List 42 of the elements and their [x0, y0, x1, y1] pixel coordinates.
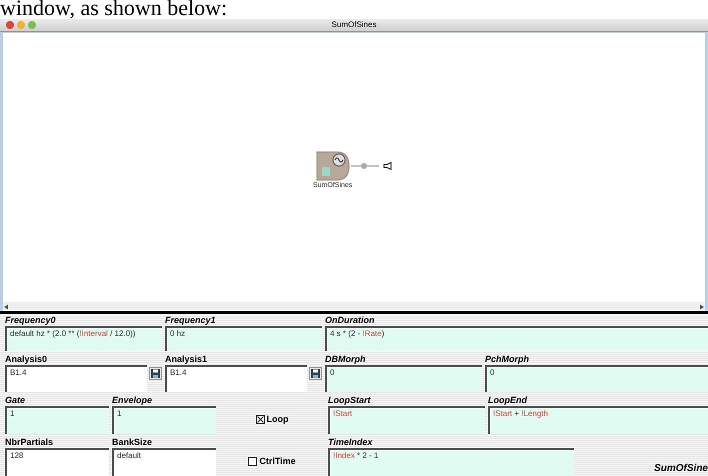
- sound-node-icon[interactable]: [315, 150, 351, 181]
- speaker-icon: [383, 162, 393, 170]
- parameter-field[interactable]: default: [112, 448, 216, 476]
- parameter-field[interactable]: B1.4: [165, 364, 307, 392]
- parameter-field[interactable]: default hz * (2.0 ** (!Interval / 12.0)): [5, 326, 162, 351]
- checkbox[interactable]: [256, 414, 264, 424]
- parameter-label: DBMorph: [325, 354, 366, 365]
- checkbox-option[interactable]: CtrlTime: [248, 454, 296, 468]
- parameter-field[interactable]: 1: [5, 406, 109, 434]
- parameter-field[interactable]: !Start + !Length: [488, 406, 708, 434]
- parameter-label: NbrPartials: [5, 436, 54, 448]
- parameter-label: Envelope: [112, 394, 154, 406]
- checkbox[interactable]: [248, 456, 258, 466]
- horizontal-scrollbar[interactable]: [0, 302, 708, 312]
- parameter-field[interactable]: 0 hz: [165, 326, 322, 351]
- parameter-label: LoopStart: [328, 394, 372, 406]
- parameter-label: Frequency1: [165, 314, 217, 326]
- document-text: window, as shown below:: [0, 0, 228, 20]
- parameter-field[interactable]: 0: [325, 364, 482, 392]
- parameter-label: Analysis1: [165, 354, 208, 365]
- right-arrow-icon[interactable]: [699, 304, 705, 310]
- parameter-field[interactable]: 0: [485, 364, 708, 392]
- parameter-field[interactable]: 1: [112, 406, 216, 434]
- parameter-label: LoopEnd: [488, 394, 528, 406]
- parameter-label: BankSize: [112, 436, 154, 448]
- parameter-field[interactable]: 128: [5, 448, 109, 476]
- close-button[interactable]: [6, 21, 14, 30]
- parameter-label: Frequency0: [5, 314, 57, 326]
- save-button[interactable]: [309, 366, 322, 380]
- save-button[interactable]: [149, 366, 162, 380]
- parameter-label: OnDuration: [325, 314, 376, 326]
- module-name: SumOfSine: [654, 462, 708, 476]
- parameter-field[interactable]: !Index * 2 - 1: [328, 448, 574, 476]
- parameter-label: Analysis0: [5, 354, 48, 365]
- left-arrow-icon[interactable]: [3, 304, 9, 310]
- parameter-label: PchMorph: [485, 354, 530, 365]
- parameter-field[interactable]: B1.4: [5, 364, 147, 392]
- parameter-field[interactable]: 4 s * (2 - !Rate): [325, 326, 708, 351]
- parameter-label: TimeIndex: [328, 436, 374, 448]
- parameter-label: Gate: [5, 394, 26, 406]
- window-title: SumOfSines: [332, 20, 376, 30]
- checkbox-option[interactable]: Loop: [256, 412, 288, 426]
